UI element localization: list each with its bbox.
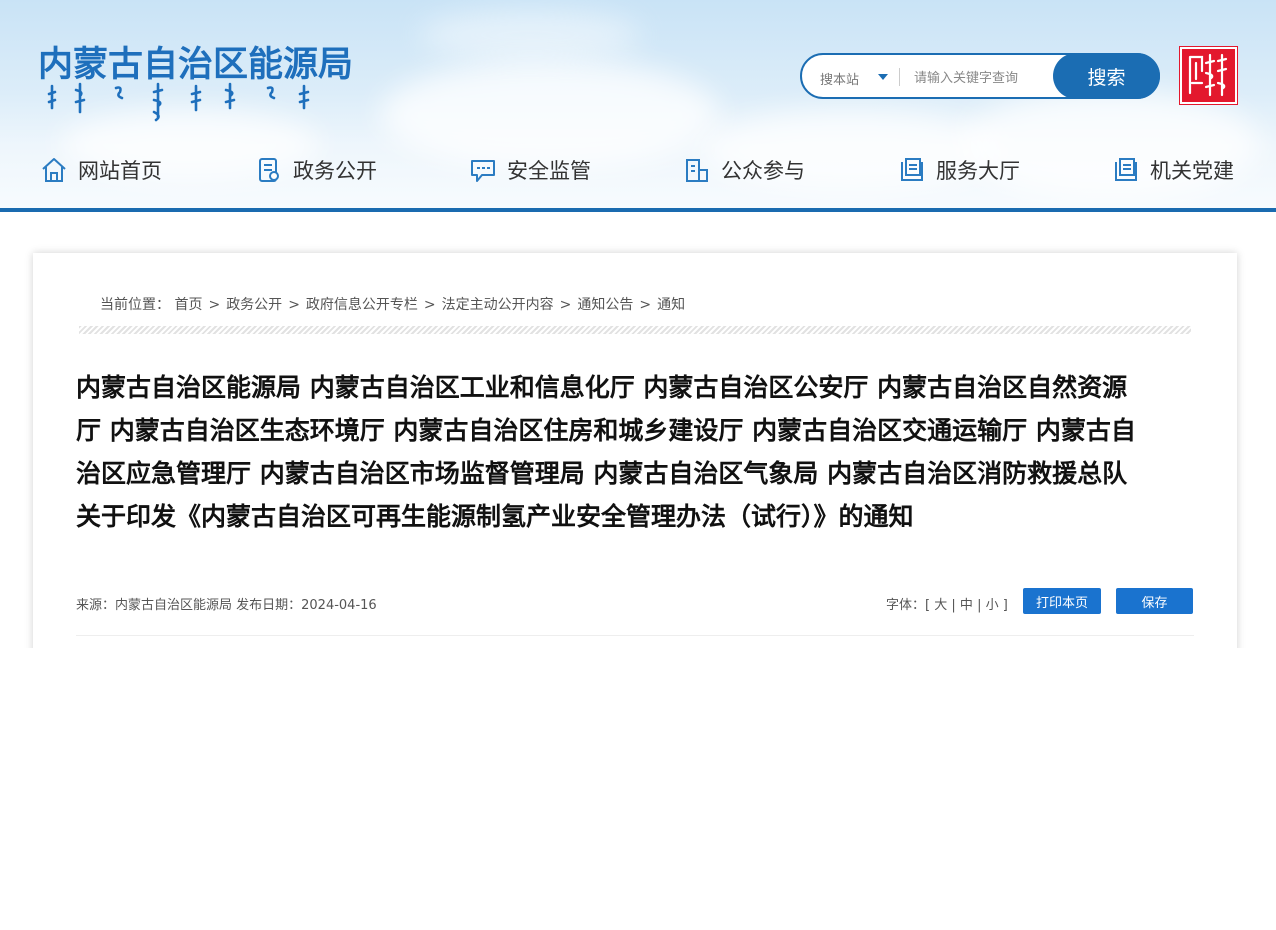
building-icon (686, 159, 708, 182)
breadcrumb-separator: > (639, 297, 652, 313)
breadcrumb-item-home[interactable]: 首页 (174, 297, 202, 313)
font-size-separator: | (951, 598, 956, 613)
breadcrumb-item-notice[interactable]: 通知 (657, 297, 685, 313)
main-nav: 网站首页 政务公开 安全监管 公众参与 服务大厅 机关党建 (0, 150, 1276, 190)
breadcrumb-separator: > (423, 297, 436, 313)
breadcrumb-item-info-column[interactable]: 政府信息公开专栏 (306, 297, 418, 313)
search-button[interactable]: 搜索 (1053, 53, 1160, 99)
search-box: 搜本站 搜索 (800, 53, 1160, 99)
nav-label: 网站首页 (78, 159, 162, 183)
nav-label: 服务大厅 (936, 159, 1020, 183)
breadcrumb-separator: > (288, 297, 300, 313)
article-title: 内蒙古自治区能源局 内蒙古自治区工业和信息化厅 内蒙古自治区公安厅 内蒙古自治区… (76, 373, 1136, 531)
print-button[interactable]: 打印本页 (1023, 588, 1101, 614)
nav-item-safety-supervision[interactable]: 安全监管 (469, 150, 591, 190)
hatched-divider (79, 326, 1191, 334)
breadcrumb-item-statutory-content[interactable]: 法定主动公开内容 (442, 297, 554, 313)
book-icon (901, 158, 923, 181)
nav-label: 政务公开 (293, 159, 377, 183)
meta-divider (76, 635, 1194, 636)
article-meta: 来源：内蒙古自治区能源局 发布日期：2024-04-16 (76, 598, 377, 613)
site-header: 内蒙古自治区能源局 搜本站 搜索 (0, 0, 1276, 208)
font-size-separator: | (977, 598, 982, 613)
chat-icon (471, 160, 495, 182)
nav-item-home[interactable]: 网站首页 (40, 150, 162, 190)
document-icon (259, 158, 279, 182)
breadcrumb-separator: > (559, 297, 572, 313)
font-size-close: ] (1002, 598, 1008, 613)
breadcrumb-prefix: 当前位置： (100, 297, 170, 313)
site-logo[interactable]: 内蒙古自治区能源局 (38, 36, 354, 122)
mongolian-script-logo (47, 82, 310, 122)
site-title: 内蒙古自治区能源局 (38, 45, 354, 85)
nav-label: 公众参与 (721, 159, 805, 183)
search-input[interactable] (912, 66, 1056, 90)
font-size-small[interactable]: 小 (986, 598, 999, 613)
save-button[interactable]: 保存 (1116, 588, 1193, 614)
font-size-medium[interactable]: 中 (960, 598, 973, 613)
blank-area (0, 648, 1276, 930)
chevron-down-icon[interactable] (878, 74, 888, 80)
breadcrumb-item-announcements[interactable]: 通知公告 (577, 297, 633, 313)
breadcrumb-separator: > (208, 297, 221, 313)
home-icon (42, 158, 66, 182)
seal-logo (1180, 47, 1237, 104)
breadcrumb: 当前位置： 首页 > 政务公开 > 政府信息公开专栏 > 法定主动公开内容 > 通知公告 > 通知 (100, 294, 685, 314)
font-size-controls: 字体：[ 大 | 中 | 小 ] (886, 594, 1008, 613)
seal-icon (1188, 53, 1228, 97)
search-divider (899, 68, 900, 86)
nav-item-service-hall[interactable]: 服务大厅 (898, 150, 1020, 190)
font-size-large[interactable]: 大 (934, 598, 947, 613)
header-divider (0, 208, 1276, 212)
breadcrumb-item-government-affairs[interactable]: 政务公开 (226, 297, 282, 313)
nav-item-public-participation[interactable]: 公众参与 (683, 150, 805, 190)
book-icon (1115, 158, 1137, 181)
nav-item-government-affairs[interactable]: 政务公开 (255, 150, 377, 190)
cloud-decoration (420, 10, 640, 60)
search-scope-select[interactable]: 搜本站 (820, 69, 859, 88)
nav-item-party-building[interactable]: 机关党建 (1112, 150, 1234, 190)
nav-label: 安全监管 (507, 159, 591, 183)
nav-label: 机关党建 (1150, 159, 1234, 183)
font-size-label: 字体：[ (886, 598, 931, 613)
